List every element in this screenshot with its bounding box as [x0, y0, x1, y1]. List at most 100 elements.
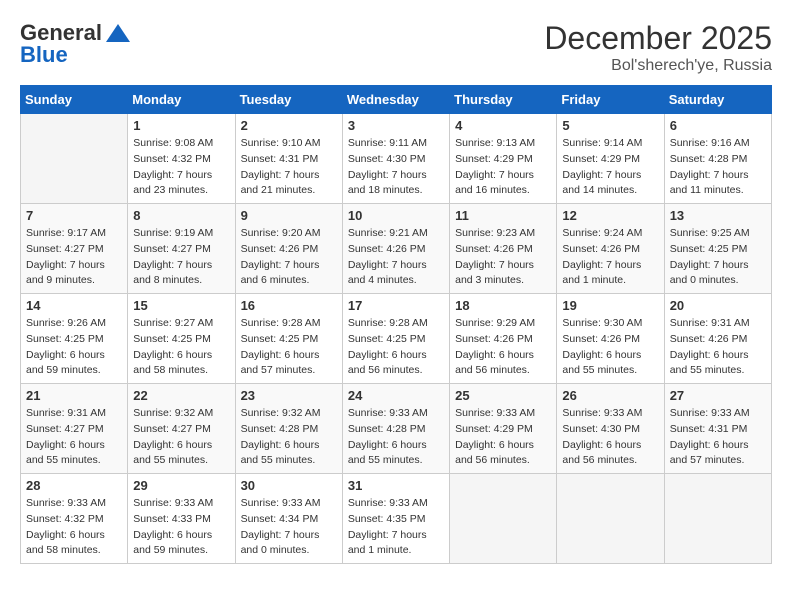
- week-row-5: 28Sunrise: 9:33 AMSunset: 4:32 PMDayligh…: [21, 474, 772, 564]
- logo-icon: [104, 22, 132, 44]
- weekday-header-thursday: Thursday: [450, 86, 557, 114]
- day-cell: 27Sunrise: 9:33 AMSunset: 4:31 PMDayligh…: [664, 384, 771, 474]
- day-number: 26: [562, 388, 658, 403]
- day-cell: 12 Sunrise: 9:24 AMSunset: 4:26 PMDayligh…: [557, 204, 664, 294]
- title-block: December 2025 Bol'sherech'ye, Russia: [544, 20, 772, 75]
- day-number: 10: [348, 208, 444, 223]
- day-number: 8: [133, 208, 229, 223]
- day-cell: 14Sunrise: 9:26 AMSunset: 4:25 PMDayligh…: [21, 294, 128, 384]
- day-number: 5: [562, 118, 658, 133]
- day-cell: 24 Sunrise: 9:33 AMSunset: 4:28 PMDayligh…: [342, 384, 449, 474]
- day-cell: 9 Sunrise: 9:20 AMSunset: 4:26 PMDaylight…: [235, 204, 342, 294]
- day-cell: 7 Sunrise: 9:17 AMSunset: 4:27 PMDaylight…: [21, 204, 128, 294]
- week-row-1: 1 Sunrise: 9:08 AMSunset: 4:32 PMDaylight…: [21, 114, 772, 204]
- day-info: Sunrise: 9:26 AMSunset: 4:25 PMDaylight:…: [26, 316, 122, 379]
- day-info: Sunrise: 9:27 AMSunset: 4:25 PMDaylight:…: [133, 316, 229, 379]
- day-number: 1: [133, 118, 229, 133]
- day-number: 23: [241, 388, 337, 403]
- day-number: 19: [562, 298, 658, 313]
- day-info: Sunrise: 9:20 AMSunset: 4:26 PMDaylight:…: [241, 226, 337, 289]
- location-title: Bol'sherech'ye, Russia: [544, 57, 772, 75]
- day-number: 21: [26, 388, 122, 403]
- day-cell: 8 Sunrise: 9:19 AMSunset: 4:27 PMDaylight…: [128, 204, 235, 294]
- day-info: Sunrise: 9:30 AMSunset: 4:26 PMDaylight:…: [562, 316, 658, 379]
- day-info: Sunrise: 9:33 AMSunset: 4:35 PMDaylight:…: [348, 496, 444, 559]
- day-cell: [664, 474, 771, 564]
- day-info: Sunrise: 9:16 AMSunset: 4:28 PMDaylight:…: [670, 136, 766, 199]
- day-number: 31: [348, 478, 444, 493]
- day-number: 13: [670, 208, 766, 223]
- day-number: 3: [348, 118, 444, 133]
- day-number: 4: [455, 118, 551, 133]
- day-info: Sunrise: 9:10 AMSunset: 4:31 PMDaylight:…: [241, 136, 337, 199]
- day-info: Sunrise: 9:25 AMSunset: 4:25 PMDaylight:…: [670, 226, 766, 289]
- day-cell: 15Sunrise: 9:27 AMSunset: 4:25 PMDayligh…: [128, 294, 235, 384]
- day-info: Sunrise: 9:23 AMSunset: 4:26 PMDaylight:…: [455, 226, 551, 289]
- day-cell: 29 Sunrise: 9:33 AMSunset: 4:33 PMDayligh…: [128, 474, 235, 564]
- day-cell: 22 Sunrise: 9:32 AMSunset: 4:27 PMDayligh…: [128, 384, 235, 474]
- day-info: Sunrise: 9:29 AMSunset: 4:26 PMDaylight:…: [455, 316, 551, 379]
- day-cell: 16Sunrise: 9:28 AMSunset: 4:25 PMDayligh…: [235, 294, 342, 384]
- day-cell: 11Sunrise: 9:23 AMSunset: 4:26 PMDayligh…: [450, 204, 557, 294]
- day-number: 18: [455, 298, 551, 313]
- day-cell: 23 Sunrise: 9:32 AMSunset: 4:28 PMDayligh…: [235, 384, 342, 474]
- weekday-header-friday: Friday: [557, 86, 664, 114]
- day-number: 20: [670, 298, 766, 313]
- day-cell: 25Sunrise: 9:33 AMSunset: 4:29 PMDayligh…: [450, 384, 557, 474]
- day-info: Sunrise: 9:11 AMSunset: 4:30 PMDaylight:…: [348, 136, 444, 199]
- logo: General Blue: [20, 20, 132, 68]
- day-cell: 31 Sunrise: 9:33 AMSunset: 4:35 PMDayligh…: [342, 474, 449, 564]
- calendar-table: SundayMondayTuesdayWednesdayThursdayFrid…: [20, 85, 772, 564]
- day-cell: 20Sunrise: 9:31 AMSunset: 4:26 PMDayligh…: [664, 294, 771, 384]
- week-row-4: 21 Sunrise: 9:31 AMSunset: 4:27 PMDayligh…: [21, 384, 772, 474]
- weekday-header-sunday: Sunday: [21, 86, 128, 114]
- day-info: Sunrise: 9:32 AMSunset: 4:27 PMDaylight:…: [133, 406, 229, 469]
- day-number: 29: [133, 478, 229, 493]
- day-number: 9: [241, 208, 337, 223]
- month-title: December 2025: [544, 20, 772, 57]
- day-cell: [450, 474, 557, 564]
- day-cell: 18 Sunrise: 9:29 AMSunset: 4:26 PMDayligh…: [450, 294, 557, 384]
- day-info: Sunrise: 9:17 AMSunset: 4:27 PMDaylight:…: [26, 226, 122, 289]
- day-info: Sunrise: 9:33 AMSunset: 4:32 PMDaylight:…: [26, 496, 122, 559]
- weekday-header-monday: Monday: [128, 86, 235, 114]
- weekday-header-saturday: Saturday: [664, 86, 771, 114]
- day-number: 22: [133, 388, 229, 403]
- week-row-2: 7 Sunrise: 9:17 AMSunset: 4:27 PMDaylight…: [21, 204, 772, 294]
- day-info: Sunrise: 9:08 AMSunset: 4:32 PMDaylight:…: [133, 136, 229, 199]
- day-cell: 13 Sunrise: 9:25 AMSunset: 4:25 PMDayligh…: [664, 204, 771, 294]
- day-cell: [21, 114, 128, 204]
- day-number: 12: [562, 208, 658, 223]
- weekday-header-wednesday: Wednesday: [342, 86, 449, 114]
- day-info: Sunrise: 9:19 AMSunset: 4:27 PMDaylight:…: [133, 226, 229, 289]
- weekday-header-tuesday: Tuesday: [235, 86, 342, 114]
- day-cell: 19 Sunrise: 9:30 AMSunset: 4:26 PMDayligh…: [557, 294, 664, 384]
- day-cell: 28Sunrise: 9:33 AMSunset: 4:32 PMDayligh…: [21, 474, 128, 564]
- day-cell: 6 Sunrise: 9:16 AMSunset: 4:28 PMDaylight…: [664, 114, 771, 204]
- page-header: General Blue December 2025 Bol'sherech'y…: [20, 20, 772, 75]
- day-cell: 4 Sunrise: 9:13 AMSunset: 4:29 PMDaylight…: [450, 114, 557, 204]
- day-info: Sunrise: 9:31 AMSunset: 4:27 PMDaylight:…: [26, 406, 122, 469]
- day-cell: 26 Sunrise: 9:33 AMSunset: 4:30 PMDayligh…: [557, 384, 664, 474]
- day-cell: 30Sunrise: 9:33 AMSunset: 4:34 PMDayligh…: [235, 474, 342, 564]
- day-number: 2: [241, 118, 337, 133]
- day-cell: 5 Sunrise: 9:14 AMSunset: 4:29 PMDaylight…: [557, 114, 664, 204]
- day-info: Sunrise: 9:33 AMSunset: 4:28 PMDaylight:…: [348, 406, 444, 469]
- day-number: 25: [455, 388, 551, 403]
- day-info: Sunrise: 9:14 AMSunset: 4:29 PMDaylight:…: [562, 136, 658, 199]
- day-info: Sunrise: 9:13 AMSunset: 4:29 PMDaylight:…: [455, 136, 551, 199]
- day-number: 7: [26, 208, 122, 223]
- day-number: 27: [670, 388, 766, 403]
- day-info: Sunrise: 9:33 AMSunset: 4:30 PMDaylight:…: [562, 406, 658, 469]
- day-number: 6: [670, 118, 766, 133]
- day-info: Sunrise: 9:28 AMSunset: 4:25 PMDaylight:…: [241, 316, 337, 379]
- day-info: Sunrise: 9:33 AMSunset: 4:33 PMDaylight:…: [133, 496, 229, 559]
- day-number: 24: [348, 388, 444, 403]
- week-row-3: 14Sunrise: 9:26 AMSunset: 4:25 PMDayligh…: [21, 294, 772, 384]
- day-info: Sunrise: 9:21 AMSunset: 4:26 PMDaylight:…: [348, 226, 444, 289]
- day-info: Sunrise: 9:24 AMSunset: 4:26 PMDaylight:…: [562, 226, 658, 289]
- day-info: Sunrise: 9:33 AMSunset: 4:34 PMDaylight:…: [241, 496, 337, 559]
- day-info: Sunrise: 9:32 AMSunset: 4:28 PMDaylight:…: [241, 406, 337, 469]
- day-cell: 1 Sunrise: 9:08 AMSunset: 4:32 PMDaylight…: [128, 114, 235, 204]
- weekday-header-row: SundayMondayTuesdayWednesdayThursdayFrid…: [21, 86, 772, 114]
